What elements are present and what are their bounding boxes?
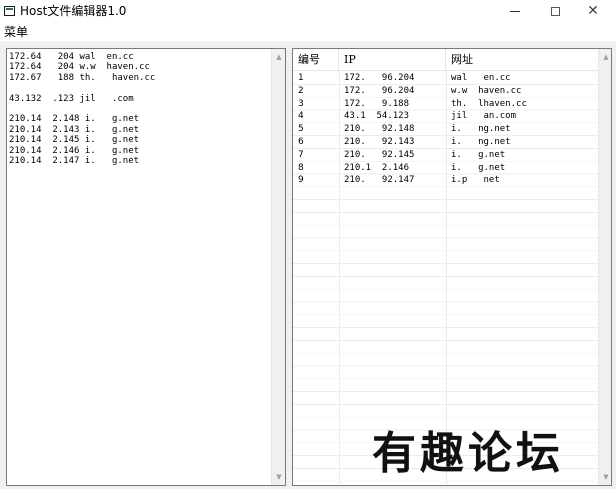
editor-line: 210.14 2.146 i. g.net	[9, 145, 140, 156]
table-row[interactable]: 7 210. 92.145 i. g.net	[293, 149, 599, 162]
maximize-icon	[550, 6, 560, 16]
editor-line: 210.14 2.148 i. g.net	[9, 114, 140, 125]
cell-ip: 172. 96.204	[344, 85, 415, 96]
scroll-up-arrow-icon[interactable]: ▲	[272, 50, 285, 64]
scroll-up-arrow-icon[interactable]: ▲	[599, 50, 611, 64]
cell-number: 7	[298, 149, 304, 160]
cell-site: i. ng.net	[451, 136, 511, 147]
column-header-number[interactable]: 编号	[293, 49, 339, 71]
cell-ip: 172. 9.188	[344, 98, 410, 109]
table-header: 编号 IP 网址	[293, 49, 599, 71]
editor-line: 43.132 .123 jil .com	[9, 93, 134, 104]
scroll-down-arrow-icon[interactable]: ▼	[599, 470, 611, 484]
cell-site: i. g.net	[451, 162, 506, 173]
editor-line: 172.64 204 w.w haven.cc	[9, 62, 150, 73]
editor-vertical-scrollbar[interactable]: ▲ ▼	[271, 49, 285, 485]
table-row[interactable]: 8 210.1 2.146 i. g.net	[293, 162, 599, 175]
cell-site: w.w haven.cc	[451, 85, 522, 96]
window-title: Host文件编辑器1.0	[20, 4, 127, 18]
column-header-site[interactable]: 网址	[446, 49, 599, 71]
table-row[interactable]: 9 210. 92.147 i.p net	[293, 174, 599, 187]
cell-number: 4	[298, 111, 304, 122]
cell-site: jil an.com	[451, 111, 517, 122]
cell-ip: 210. 92.147	[344, 175, 415, 186]
close-icon: ✕	[587, 3, 599, 19]
editor-line: 172.67 188 th. haven.cc	[9, 72, 156, 83]
cell-ip: 210. 92.148	[344, 124, 415, 135]
scroll-down-arrow-icon[interactable]: ▼	[272, 470, 285, 484]
watermark-logo: 有趣论坛	[372, 428, 564, 479]
table-row[interactable]: 3 172. 9.188 th. lhaven.cc	[293, 98, 599, 111]
editor-line: 210.14 2.147 i. g.net	[9, 155, 140, 166]
cell-site: i.p net	[451, 175, 500, 186]
cell-site: wal en.cc	[451, 73, 511, 83]
cell-site: th. lhaven.cc	[451, 98, 527, 109]
table-row[interactable]: 5 210. 92.148 i. ng.net	[293, 123, 599, 136]
cell-ip: 172. 96.204	[344, 73, 415, 83]
hosts-table[interactable]: 编号 IP 网址 1 172. 96.204 wal en.cc 2 172. 96.2…	[292, 48, 612, 486]
editor-line: 172.64 204 wal en.cc	[9, 52, 134, 62]
cell-ip: 210. 92.143	[344, 136, 415, 147]
close-button[interactable]: ✕	[570, 0, 616, 22]
cell-number: 2	[298, 85, 304, 96]
table-body: 1 172. 96.204 wal en.cc 2 172. 96.204 w.w hav…	[293, 72, 599, 187]
cell-site: i. ng.net	[451, 124, 511, 135]
cell-number: 1	[298, 73, 304, 83]
title-bar[interactable]: Host文件编辑器1.0 ✕	[0, 0, 616, 22]
cell-number: 3	[298, 98, 304, 109]
cell-number: 5	[298, 124, 304, 135]
menu-item-main[interactable]: 菜单	[4, 24, 28, 40]
cell-ip: 210.1 2.146	[344, 162, 410, 173]
editor-line: 210.14 2.145 i. g.net	[9, 135, 140, 146]
cell-number: 9	[298, 175, 304, 186]
table-row[interactable]: 1 172. 96.204 wal en.cc	[293, 72, 599, 85]
table-vertical-scrollbar[interactable]: ▲ ▼	[598, 49, 611, 485]
column-header-ip[interactable]: IP	[339, 49, 446, 71]
table-row[interactable]: 6 210. 92.143 i. ng.net	[293, 136, 599, 149]
cell-ip: 43.1 54.123	[344, 111, 410, 122]
minimize-icon	[510, 10, 520, 12]
menu-bar: 菜单	[0, 22, 616, 42]
app-icon	[4, 6, 15, 16]
hosts-text-editor[interactable]: 172.64 204 wal en.cc 172.64 204 w.w haven…	[6, 48, 286, 486]
table-row[interactable]: 2 172. 96.204 w.w haven.cc	[293, 85, 599, 98]
cell-number: 8	[298, 162, 304, 173]
table-row[interactable]: 4 43.1 54.123 jil an.com	[293, 110, 599, 123]
cell-site: i. g.net	[451, 149, 506, 160]
editor-content[interactable]: 172.64 204 wal en.cc 172.64 204 w.w haven…	[9, 52, 155, 166]
cell-ip: 210. 92.145	[344, 149, 415, 160]
editor-line: 210.14 2.143 i. g.net	[9, 124, 140, 135]
cell-number: 6	[298, 136, 304, 147]
